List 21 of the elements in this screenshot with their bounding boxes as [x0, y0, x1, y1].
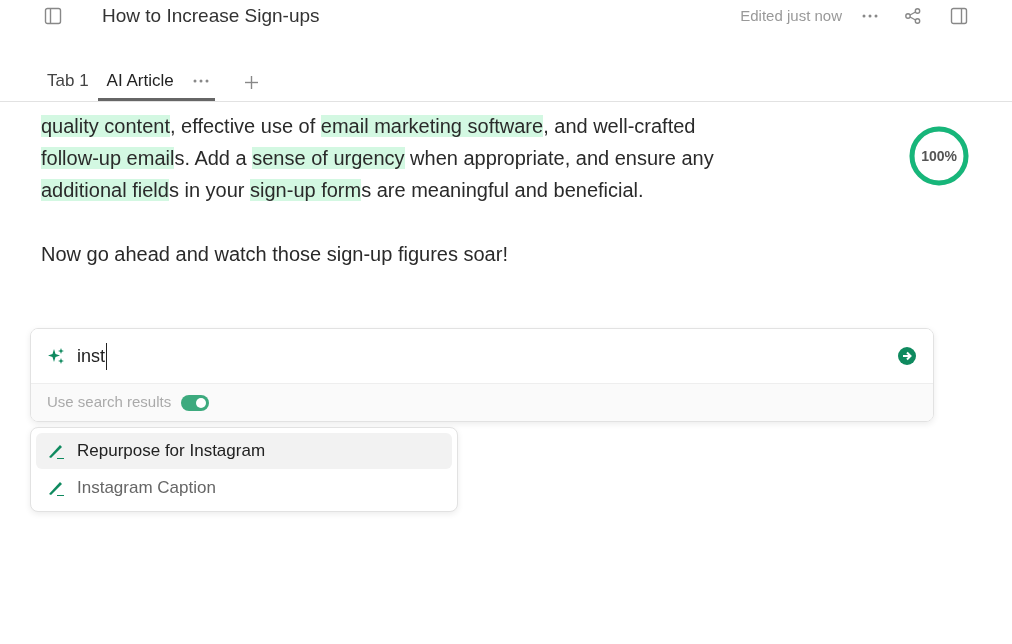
tab[interactable]: Tab 1 [38, 63, 98, 101]
tab-menu-icon[interactable] [192, 78, 209, 83]
sparkle-icon [47, 347, 65, 365]
pen-icon [47, 442, 65, 460]
add-tab-icon[interactable] [244, 75, 258, 89]
document-title: How to Increase Sign-ups [102, 3, 320, 28]
article-paragraph: quality content, effective use of email marketing software, and well-crafted follow-up emails. Add a sense of urgency when appropriate, and ensure any additional fields in your sign-up forms are meaningful and beneficial. [41, 114, 715, 203]
panel-toggle-icon[interactable] [950, 7, 968, 25]
pen-icon [47, 479, 65, 497]
edit-status: Edited just now [740, 5, 842, 26]
tab[interactable]: AI Article [97, 63, 183, 101]
search-results-label: Use search results [47, 392, 172, 413]
more-icon[interactable] [862, 14, 878, 18]
suggestion-item[interactable]: Instagram Caption [36, 470, 452, 506]
share-icon[interactable] [904, 7, 922, 25]
score-value: 100% [920, 146, 959, 166]
article-paragraph: Now go ahead and watch those sign-up figures soar! [41, 242, 509, 267]
suggestion-item[interactable]: Repurpose for Instagram [36, 433, 452, 469]
prompt-field[interactable]: inst [31, 329, 933, 383]
search-results-toggle[interactable] [181, 394, 210, 411]
sidebar-toggle-icon[interactable] [44, 7, 62, 25]
